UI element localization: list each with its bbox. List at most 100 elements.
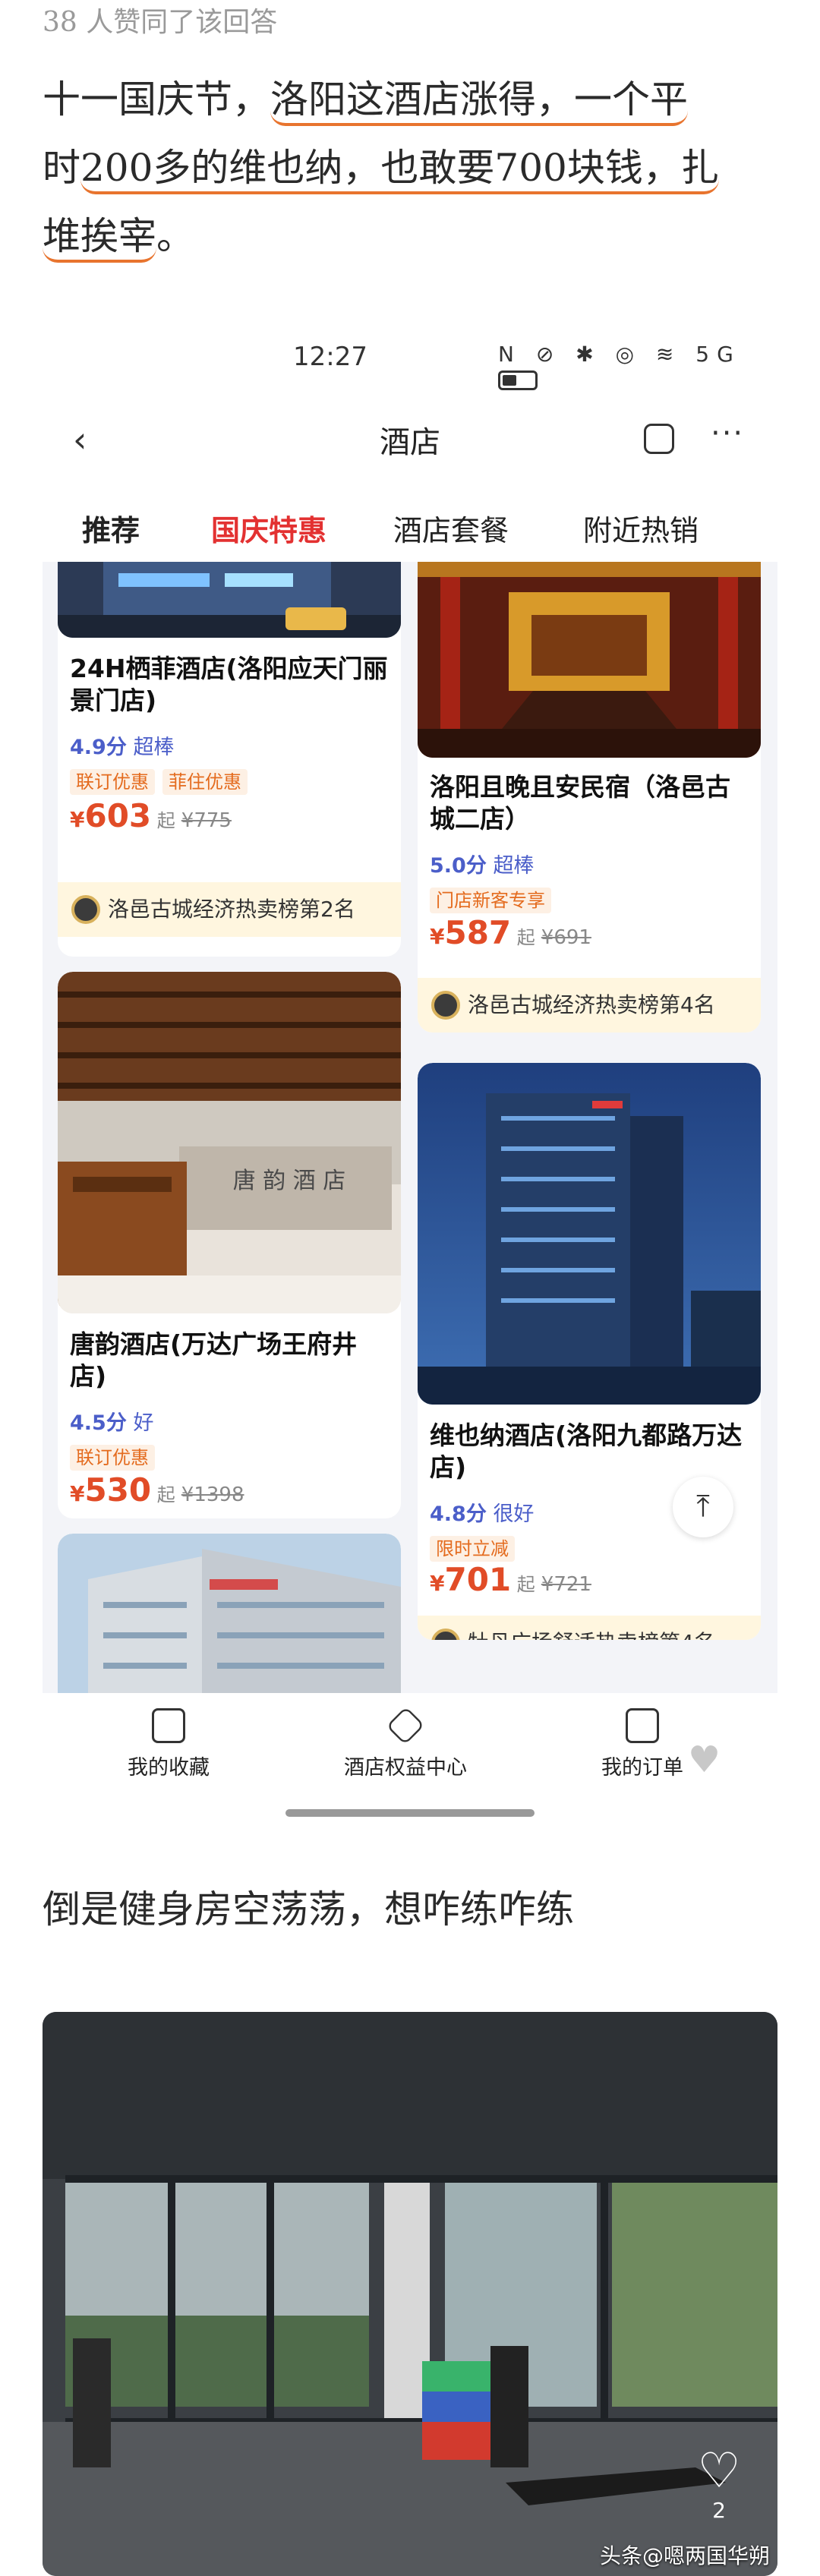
tag: 限时立减 xyxy=(430,1536,515,1562)
hotel-card[interactable]: 维也纳酒店(洛阳九都路万达店) 4.8分 很好 限时立减 ¥701 起 ¥721 … xyxy=(418,1063,761,1640)
ranking-banner[interactable]: 洛邑古城经济热卖榜第4名 xyxy=(418,978,761,1033)
tab-recommend[interactable]: 推荐 xyxy=(82,507,140,563)
currency: ¥ xyxy=(430,1571,445,1596)
ranking-text: 牡丹广场舒适热卖榜第4名 xyxy=(468,1630,715,1640)
hotel-tags: 联订优惠 菲住优惠 xyxy=(70,767,255,795)
hotel-photo xyxy=(418,1063,761,1405)
favorite-box-icon[interactable] xyxy=(644,424,674,454)
ranking-banner[interactable]: 牡丹广场舒适热卖榜第4名 xyxy=(418,1616,761,1640)
original-price: ¥721 xyxy=(541,1573,591,1596)
hotel-rating: 4.9分 超棒 xyxy=(70,730,174,760)
hotel-tags: 门店新客专享 xyxy=(430,885,559,913)
watermark: 头条@嗯两国华朔 xyxy=(599,2543,770,2568)
price-value: 701 xyxy=(444,1561,512,1598)
para1-highlight-2: 200多的维也纳，也敢要700块钱，扎 xyxy=(80,146,719,194)
nav-favorites[interactable]: 我的收藏 xyxy=(77,1708,260,1780)
hotel-name: 维也纳酒店(洛阳九都路万达店) xyxy=(430,1420,743,1482)
price-value: 530 xyxy=(84,1471,152,1509)
nav-label: 酒店权益中心 xyxy=(344,1756,467,1780)
hotel-tags: 限时立减 xyxy=(430,1534,522,1562)
gym-photo: ♡ 2 头条@嗯两国华朔 xyxy=(43,2012,777,2576)
hotel-grid: 24H栖菲酒店(洛阳应天门丽景门店) 4.9分 超棒 联订优惠 菲住优惠 ¥603… xyxy=(43,562,777,1693)
status-time: 12:27 xyxy=(293,342,367,372)
orders-icon xyxy=(626,1708,659,1743)
nav-label: 我的订单 xyxy=(601,1756,683,1780)
hotel-price: ¥587 起 ¥691 xyxy=(430,914,591,951)
rating-word: 好 xyxy=(133,1411,154,1435)
floating-heart-icon[interactable]: ♥ xyxy=(688,1739,721,1781)
tab-hotel-package[interactable]: 酒店套餐 xyxy=(393,507,509,549)
original-price: ¥1398 xyxy=(181,1483,244,1506)
hotel-price: ¥530 起 ¥1398 xyxy=(70,1471,244,1509)
hotel-rating: 4.5分 好 xyxy=(70,1406,153,1436)
benefits-icon xyxy=(386,1706,425,1745)
rating-word: 超棒 xyxy=(133,736,175,759)
tag: 门店新客专享 xyxy=(430,888,551,913)
hotel-card[interactable]: 洛阳且晚且安民宿（洛邑古城二店） 5.0分 超棒 门店新客专享 ¥587 起 ¥6… xyxy=(418,562,761,1033)
tag: 联订优惠 xyxy=(70,769,155,795)
para1-part-b: 时 xyxy=(43,146,80,190)
para1-highlight-1: 洛阳这酒店涨得，一个平 xyxy=(270,77,688,126)
likes-count: 38 人赞同了该回答 xyxy=(43,7,278,38)
para1-part-a: 十一国庆节， xyxy=(43,77,270,121)
tab-nearby-hot[interactable]: 附近热销 xyxy=(583,507,699,549)
rating-score: 4.8分 xyxy=(430,1502,487,1526)
rating-score: 4.9分 xyxy=(70,736,127,759)
price-suffix: 起 xyxy=(156,1484,175,1506)
price-value: 587 xyxy=(444,914,512,951)
tag: 联订优惠 xyxy=(70,1445,155,1471)
price-suffix: 起 xyxy=(156,810,175,831)
phone-screenshot: 12:27 N ⊘ ✱ ◎ ≋ 5G ‹ 酒店 ··· 推荐 国庆特惠 酒店套餐… xyxy=(43,311,777,1822)
nav-bar: ‹ 酒店 ··· xyxy=(43,402,777,478)
hotel-name: 唐韵酒店(万达广场王府井店) xyxy=(70,1329,358,1391)
currency: ¥ xyxy=(70,1481,85,1506)
favorites-bag-icon xyxy=(152,1708,185,1743)
medal-icon xyxy=(431,991,460,1020)
like-button[interactable]: ♡ 2 xyxy=(685,2445,753,2523)
hotel-tags: 联订优惠 xyxy=(70,1442,162,1471)
tag: 菲住优惠 xyxy=(162,769,248,795)
hotel-rating: 5.0分 超棒 xyxy=(430,849,534,878)
nav-benefits-center[interactable]: 酒店权益中心 xyxy=(314,1706,497,1780)
lobby-sign: 唐 韵 酒 店 xyxy=(232,1168,346,1194)
para1-highlight-3: 堆挨宰 xyxy=(43,214,156,263)
hotel-price: ¥603 起 ¥775 xyxy=(70,797,232,834)
hotel-card[interactable]: 唐 韵 酒 店 唐韵酒店(万达广场王府井店) 4.5分 好 联订优惠 ¥530 … xyxy=(58,972,401,1518)
rating-word: 超棒 xyxy=(493,854,535,878)
hotel-card[interactable] xyxy=(58,1534,401,1693)
hotel-price: ¥701 起 ¥721 xyxy=(430,1561,591,1598)
hotel-photo xyxy=(418,562,761,758)
battery-icon xyxy=(498,370,538,390)
original-price: ¥691 xyxy=(541,926,591,949)
rating-score: 5.0分 xyxy=(430,854,487,878)
status-icons: N ⊘ ✱ ◎ ≋ 5G xyxy=(498,342,777,392)
hotel-rating: 4.8分 很好 xyxy=(430,1497,534,1527)
price-suffix: 起 xyxy=(516,927,535,948)
answer-paragraph-2: 倒是健身房空荡荡，想咋练咋练 xyxy=(43,1887,574,1931)
hotel-photo: 唐 韵 酒 店 xyxy=(58,972,401,1313)
rating-word: 很好 xyxy=(493,1502,535,1526)
currency: ¥ xyxy=(70,807,85,832)
ranking-text: 洛邑古城经济热卖榜第4名 xyxy=(468,992,715,1017)
ranking-banner[interactable]: 洛邑古城经济热卖榜第2名 xyxy=(58,882,401,937)
tab-national-day[interactable]: 国庆特惠 xyxy=(211,507,326,549)
para1-part-c: 。 xyxy=(156,214,194,258)
medal-icon xyxy=(71,895,100,924)
nav-label: 我的收藏 xyxy=(128,1756,210,1780)
status-icon-glyphs: N ⊘ ✱ ◎ ≋ 5G xyxy=(498,342,741,367)
ranking-text: 洛邑古城经济热卖榜第2名 xyxy=(108,897,355,922)
original-price: ¥775 xyxy=(181,809,232,832)
answer-paragraph-1: 十一国庆节，洛阳这酒店涨得，一个平 时200多的维也纳，也敢要700块钱，扎 堆… xyxy=(43,65,787,270)
hotel-photo xyxy=(58,1534,401,1693)
hotel-photo xyxy=(58,562,401,638)
bottom-nav: 我的收藏 酒店权益中心 我的订单 xyxy=(43,1693,777,1792)
hotel-card[interactable]: 24H栖菲酒店(洛阳应天门丽景门店) 4.9分 超棒 联订优惠 菲住优惠 ¥603… xyxy=(58,562,401,957)
status-bar: 12:27 N ⊘ ✱ ◎ ≋ 5G xyxy=(43,311,777,395)
more-icon[interactable]: ··· xyxy=(711,416,744,451)
hotel-name: 洛阳且晚且安民宿（洛邑古城二店） xyxy=(430,772,730,834)
hotel-name: 24H栖菲酒店(洛阳应天门丽景门店) xyxy=(70,654,388,715)
scroll-to-top-icon[interactable]: ⤒ xyxy=(673,1477,733,1537)
category-tabs: 推荐 国庆特惠 酒店套餐 附近热销 xyxy=(43,493,777,563)
heart-icon: ♡ xyxy=(697,2443,741,2499)
home-indicator xyxy=(285,1809,535,1817)
